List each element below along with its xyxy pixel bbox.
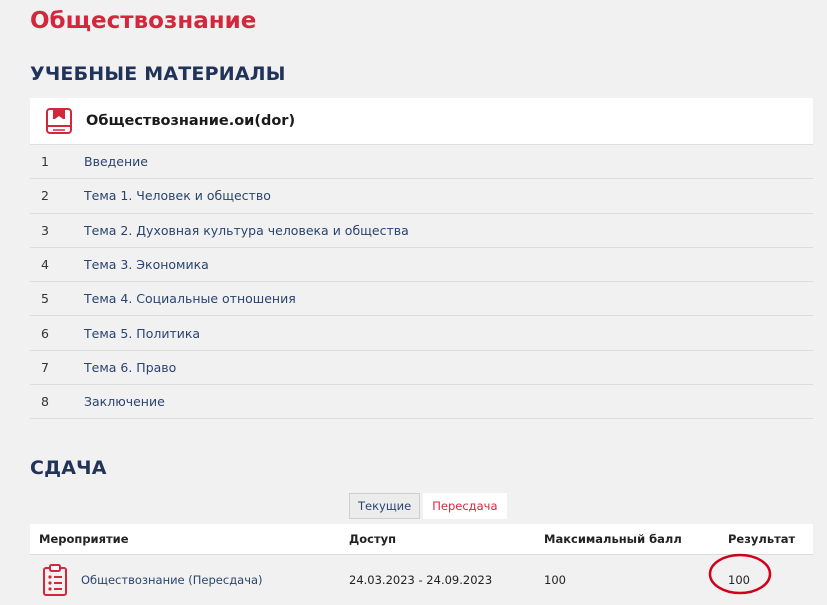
topic-number: 3	[41, 222, 49, 238]
exam-tabs: Текущие Пересдача	[349, 493, 507, 519]
checklist-icon	[43, 564, 67, 596]
max-score-cell: 100	[544, 573, 566, 587]
column-header-result: Результат	[728, 532, 796, 546]
topics-list: 1 Введение 2 Тема 1. Человек и общество …	[30, 145, 813, 420]
result-cell: 100	[708, 553, 813, 595]
course-name: Обществознание.ои(dor)	[86, 113, 296, 129]
page-title: Обществознание	[30, 8, 257, 34]
topic-link[interactable]: Тема 4. Социальные отношения	[84, 291, 296, 306]
topic-row[interactable]: 3 Тема 2. Духовная культура человека и о…	[30, 214, 813, 248]
materials-section-title: УЧЕБНЫЕ МАТЕРИАЛЫ	[30, 63, 286, 85]
topic-number: 2	[41, 188, 49, 204]
column-header-event: Мероприятие	[39, 532, 129, 546]
result-value: 100	[728, 573, 750, 587]
column-header-max-score: Максимальный балл	[544, 532, 682, 546]
topic-link[interactable]: Тема 6. Право	[84, 360, 176, 375]
topic-link[interactable]: Тема 5. Политика	[84, 326, 200, 341]
topic-link[interactable]: Тема 1. Человек и общество	[84, 188, 271, 203]
table-row: Обществознание (Пересдача) 24.03.2023 - …	[30, 553, 813, 605]
tab-retake[interactable]: Пересдача	[423, 493, 507, 519]
book-icon	[46, 108, 72, 134]
topic-number: 1	[41, 154, 49, 170]
topic-number: 6	[41, 325, 49, 341]
topic-link[interactable]: Заключение	[84, 394, 165, 409]
table-header: Мероприятие Доступ Максимальный балл Рез…	[30, 524, 813, 555]
topic-number: 5	[41, 291, 49, 307]
topic-row[interactable]: 2 Тема 1. Человек и общество	[30, 179, 813, 214]
column-header-access: Доступ	[349, 532, 397, 546]
topic-row[interactable]: 1 Введение	[30, 145, 813, 180]
event-cell: Обществознание (Пересдача)	[30, 563, 349, 597]
topic-row[interactable]: 6 Тема 5. Политика	[30, 316, 813, 351]
topic-link[interactable]: Введение	[84, 154, 148, 169]
topic-number: 7	[41, 359, 49, 375]
course-card[interactable]: Обществознание.ои(dor)	[30, 98, 813, 145]
topic-row[interactable]: 5 Тема 4. Социальные отношения	[30, 282, 813, 317]
topic-number: 8	[41, 394, 49, 410]
topic-number: 4	[41, 257, 49, 273]
topic-row[interactable]: 7 Тема 6. Право	[30, 351, 813, 386]
tab-current[interactable]: Текущие	[349, 493, 421, 519]
exam-section-title: СДАЧА	[30, 457, 107, 479]
topic-link[interactable]: Тема 3. Экономика	[84, 257, 209, 272]
event-link[interactable]: Обществознание (Пересдача)	[81, 573, 263, 587]
access-cell: 24.03.2023 - 24.09.2023	[349, 573, 493, 587]
topic-link[interactable]: Тема 2. Духовная культура человека и общ…	[84, 223, 409, 238]
exam-table: Мероприятие Доступ Максимальный балл Рез…	[30, 524, 813, 605]
topic-row[interactable]: 8 Заключение	[30, 385, 813, 420]
topic-row[interactable]: 4 Тема 3. Экономика	[30, 248, 813, 283]
